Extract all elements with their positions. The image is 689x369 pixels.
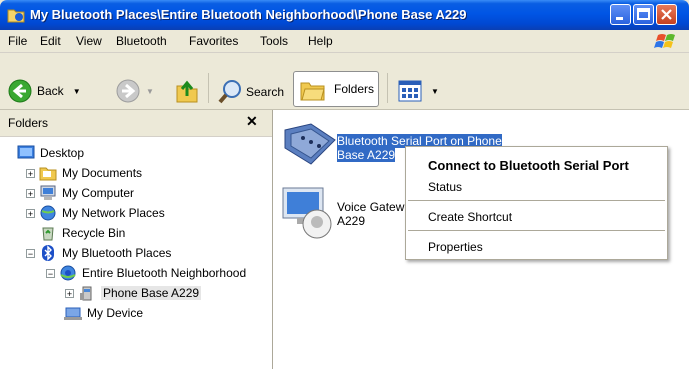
menu-item-connect-serial-port[interactable]: Connect to Bluetooth Serial Port bbox=[428, 158, 629, 173]
phone-icon bbox=[80, 286, 92, 301]
forward-button[interactable]: ▼ bbox=[116, 79, 154, 103]
tree-label: My Network Places bbox=[62, 206, 165, 220]
tree-label: My Documents bbox=[62, 166, 143, 180]
folders-pane-header: Folders ✕ bbox=[0, 110, 272, 137]
item-label-line2: Base A229 bbox=[337, 148, 396, 162]
close-button[interactable] bbox=[656, 4, 677, 25]
windows-logo-icon bbox=[654, 34, 675, 48]
tree-item-my-bluetooth-places[interactable]: − My Bluetooth Places bbox=[26, 244, 171, 262]
menu-tools[interactable]: Tools bbox=[260, 34, 288, 48]
menu-item-create-shortcut[interactable]: Create Shortcut bbox=[428, 210, 512, 224]
expand-icon[interactable]: + bbox=[65, 288, 74, 298]
views-icon bbox=[398, 80, 422, 102]
back-arrow-icon bbox=[8, 79, 32, 103]
tree-label: My Computer bbox=[62, 186, 135, 200]
folders-button[interactable]: Folders bbox=[293, 71, 379, 107]
menu-favorites[interactable]: Favorites bbox=[189, 34, 238, 48]
search-button[interactable]: Search bbox=[218, 79, 284, 105]
menu-separator bbox=[408, 200, 665, 201]
menu-view[interactable]: View bbox=[76, 34, 102, 48]
bluetooth-neighborhood-icon bbox=[60, 265, 76, 281]
tree-item-my-computer[interactable]: + My Computer bbox=[26, 184, 134, 202]
folders-pane: Folders ✕ Desktop + My Documents + My Co… bbox=[0, 110, 273, 369]
close-pane-icon[interactable]: ✕ bbox=[246, 113, 258, 130]
back-dropdown-icon[interactable]: ▼ bbox=[73, 87, 81, 96]
explorer-window: My Bluetooth Places\Entire Bluetooth Nei… bbox=[0, 0, 689, 369]
content-item-voice-gateway[interactable]: Voice Gatew A229 bbox=[337, 200, 404, 228]
back-label: Back bbox=[37, 84, 64, 98]
menu-separator bbox=[408, 230, 665, 231]
search-icon bbox=[218, 80, 241, 104]
serial-port-icon[interactable] bbox=[281, 120, 339, 168]
tree-item-recycle-bin[interactable]: Recycle Bin bbox=[39, 224, 125, 242]
collapse-icon[interactable]: − bbox=[46, 268, 55, 278]
menu-file[interactable]: File bbox=[8, 34, 27, 48]
tree-item-phone-base-a229[interactable]: + Phone Base A229 bbox=[65, 284, 202, 302]
minimize-button[interactable] bbox=[610, 4, 631, 25]
folders-icon bbox=[300, 82, 325, 101]
my-device-icon bbox=[64, 307, 82, 320]
item-label-line2: A229 bbox=[337, 214, 366, 228]
my-documents-icon bbox=[39, 167, 57, 181]
minimize-icon bbox=[616, 17, 623, 20]
desktop-icon bbox=[17, 145, 35, 159]
folders-label: Folders bbox=[334, 82, 375, 96]
forward-dropdown-icon[interactable]: ▼ bbox=[146, 87, 154, 96]
forward-arrow-icon bbox=[116, 79, 140, 103]
menu-help[interactable]: Help bbox=[308, 34, 333, 48]
recycle-bin-icon bbox=[42, 227, 54, 241]
tree-label: My Bluetooth Places bbox=[62, 246, 172, 260]
tree-label: Recycle Bin bbox=[62, 226, 126, 240]
voice-gateway-icon[interactable] bbox=[277, 184, 337, 240]
tree-label: Entire Bluetooth Neighborhood bbox=[82, 266, 247, 280]
my-computer-icon bbox=[40, 185, 56, 200]
title-bar[interactable]: My Bluetooth Places\Entire Bluetooth Nei… bbox=[0, 0, 689, 30]
menu-item-status[interactable]: Status bbox=[428, 180, 462, 194]
context-menu: Connect to Bluetooth Serial Port Status … bbox=[405, 146, 668, 260]
maximize-button[interactable] bbox=[633, 4, 654, 25]
menu-edit[interactable]: Edit bbox=[40, 34, 61, 48]
tree-label: My Device bbox=[87, 306, 144, 320]
network-places-icon bbox=[40, 205, 56, 221]
tree-item-entire-bluetooth-neighborhood[interactable]: − Entire Bluetooth Neighborhood bbox=[46, 264, 246, 282]
tree-item-desktop[interactable]: Desktop bbox=[17, 144, 84, 162]
expand-icon[interactable]: + bbox=[26, 168, 35, 178]
search-label: Search bbox=[246, 85, 285, 99]
tree-item-my-documents[interactable]: + My Documents bbox=[26, 164, 142, 182]
item-label-line1: Voice Gatew bbox=[337, 200, 405, 214]
menu-item-properties[interactable]: Properties bbox=[428, 240, 483, 254]
tree-label: Desktop bbox=[40, 146, 85, 160]
expand-icon[interactable]: + bbox=[26, 188, 35, 198]
folders-pane-title: Folders bbox=[8, 116, 49, 130]
maximize-icon bbox=[637, 8, 650, 20]
views-dropdown-icon[interactable]: ▼ bbox=[431, 87, 439, 96]
expand-icon[interactable]: + bbox=[26, 208, 35, 218]
tree-item-my-device[interactable]: My Device bbox=[64, 304, 143, 322]
up-folder-icon[interactable] bbox=[175, 78, 199, 104]
back-button[interactable]: Back ▼ bbox=[8, 79, 81, 103]
collapse-icon[interactable]: − bbox=[26, 248, 35, 258]
menu-bluetooth[interactable]: Bluetooth bbox=[116, 34, 167, 48]
tree-item-my-network-places[interactable]: + My Network Places bbox=[26, 204, 165, 222]
close-icon bbox=[661, 9, 672, 20]
menu-bar: File Edit View Bluetooth Favorites Tools… bbox=[0, 30, 689, 53]
tree-label: Phone Base A229 bbox=[101, 286, 202, 300]
views-button[interactable]: ▼ bbox=[398, 80, 439, 102]
bluetooth-icon bbox=[42, 245, 54, 261]
toolbar: Back ▼ ▼ Search Folders ▼ bbox=[0, 53, 689, 110]
window-title: My Bluetooth Places\Entire Bluetooth Nei… bbox=[30, 7, 467, 22]
bluetooth-folder-icon bbox=[7, 9, 25, 23]
